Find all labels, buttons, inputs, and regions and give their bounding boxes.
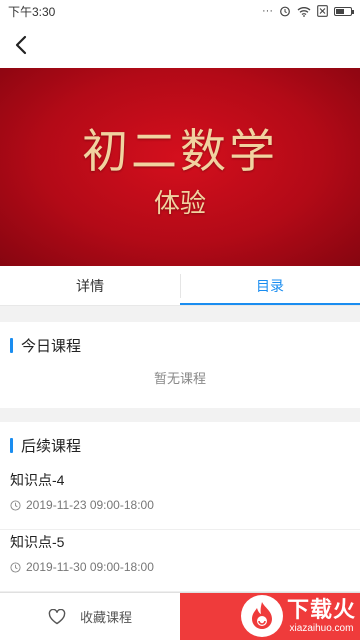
section-accent-bar bbox=[10, 337, 13, 353]
tab-catalog[interactable]: 目录 bbox=[180, 266, 360, 305]
chevron-left-icon bbox=[15, 35, 27, 55]
watermark: 下载火 xiazaihuo.com bbox=[240, 595, 356, 637]
status-icons: ··· bbox=[262, 5, 354, 17]
primary-action-button[interactable]: 下载火 xiazaihuo.com bbox=[180, 593, 360, 640]
battery-icon bbox=[334, 6, 354, 16]
favorite-label: 收藏课程 bbox=[79, 610, 132, 625]
dots-icon: ··· bbox=[262, 5, 273, 17]
wifi-icon bbox=[297, 6, 311, 17]
back-button[interactable] bbox=[6, 30, 36, 60]
lesson-item[interactable]: 知识点-4 2019-11-23 09:00-18:00 bbox=[0, 468, 360, 530]
tab-bar: 详情 目录 bbox=[0, 266, 360, 306]
status-bar: 下午3:30 ··· bbox=[0, 0, 360, 22]
watermark-brand: 下载火 bbox=[286, 597, 356, 622]
watermark-url: xiazaihuo.com bbox=[289, 623, 354, 634]
banner-subtitle: 体验 bbox=[153, 188, 206, 219]
upcoming-header: 后续课程 bbox=[0, 422, 360, 468]
empty-text: 暂无课程 bbox=[153, 371, 206, 386]
lesson-time: 2019-11-23 09:00-18:00 bbox=[26, 498, 154, 512]
course-banner: 初二数学 体验 bbox=[0, 68, 360, 266]
lesson-title: 知识点-4 bbox=[10, 472, 65, 488]
upcoming-section: 后续课程 知识点-4 2019-11-23 09:00-18:00 知识点-5 … bbox=[0, 422, 360, 592]
tab-details[interactable]: 详情 bbox=[0, 266, 180, 305]
lesson-title: 知识点-5 bbox=[10, 534, 65, 550]
lesson-time: 2019-11-30 09:00-18:00 bbox=[26, 560, 154, 574]
status-time: 下午3:30 bbox=[8, 4, 56, 19]
section-accent-bar bbox=[10, 437, 13, 453]
sim-off-icon bbox=[317, 5, 328, 17]
tab-catalog-label: 目录 bbox=[256, 277, 284, 294]
banner-title: 初二数学 bbox=[82, 123, 278, 178]
tab-divider bbox=[180, 274, 181, 298]
today-section: 今日课程 暂无课程 bbox=[0, 322, 360, 408]
bottom-bar: 收藏课程 下载火 xiazaihuo.com bbox=[0, 592, 360, 640]
today-title: 今日课程 bbox=[21, 337, 82, 355]
lesson-time-row: 2019-11-23 09:00-18:00 bbox=[10, 498, 350, 512]
favorite-button[interactable]: 收藏课程 bbox=[0, 593, 180, 640]
flame-logo-icon bbox=[240, 595, 283, 637]
lesson-time-row: 2019-11-30 09:00-18:00 bbox=[10, 560, 350, 574]
tab-details-label: 详情 bbox=[76, 277, 104, 294]
heart-icon bbox=[48, 608, 66, 624]
lesson-item[interactable]: 知识点-5 2019-11-30 09:00-18:00 bbox=[0, 530, 360, 592]
clock-icon bbox=[10, 561, 21, 573]
upcoming-title: 后续课程 bbox=[21, 437, 82, 455]
nav-bar bbox=[0, 22, 360, 68]
alarm-icon bbox=[280, 6, 290, 17]
clock-icon bbox=[10, 499, 21, 511]
watermark-text: 下载火 xiazaihuo.com bbox=[287, 597, 356, 635]
today-header: 今日课程 bbox=[0, 322, 360, 368]
